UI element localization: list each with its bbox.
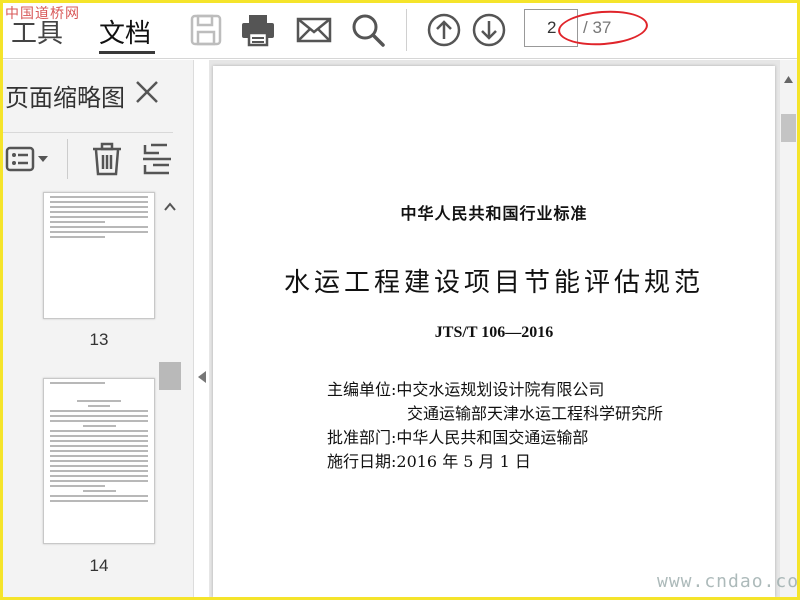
extract-page-icon[interactable] <box>141 141 173 177</box>
menu-document[interactable]: 文档 <box>99 13 151 50</box>
scrollbar-thumb[interactable] <box>781 114 796 142</box>
effective-date-line: 施行日期:2016 年 5 月 1 日 <box>327 452 531 471</box>
site-url-watermark: www.cndao.com <box>657 571 797 592</box>
standard-type: 中华人民共和国行业标准 <box>400 204 588 223</box>
print-icon[interactable] <box>239 11 277 49</box>
panel-toolbar-separator <box>67 139 68 179</box>
scroll-up-icon[interactable] <box>783 74 794 84</box>
document-page: 中华人民共和国行业标准 水运工程建设项目节能评估规范 JTS/T 106—201… <box>213 66 775 597</box>
page-down-icon[interactable] <box>470 11 508 49</box>
main-toolbar: 中国道桥网 工具 文档 2 / 37 <box>3 3 797 59</box>
thumbnail-page-number: 13 <box>89 330 109 349</box>
standard-code: JTS/T 106—2016 <box>434 324 554 341</box>
thumbnail-options-icon[interactable] <box>5 145 51 173</box>
page-up-icon[interactable] <box>425 11 463 49</box>
chief-editor-line: 主编单位:中交水运规划设计院有限公司 <box>327 380 605 399</box>
thumbnail-list: 13 14 <box>3 192 159 597</box>
document-title: 水运工程建设项目节能评估规范 <box>283 268 704 298</box>
panel-title: 页面缩略图 <box>5 84 125 112</box>
toolbar-separator <box>406 9 407 51</box>
close-icon[interactable] <box>133 78 161 106</box>
menu-tools[interactable]: 工具 <box>11 13 63 50</box>
panel-toolbar <box>3 132 173 188</box>
page-thumbnail[interactable] <box>43 378 155 544</box>
scroll-up-icon[interactable] <box>163 200 177 212</box>
app-window: 中国道桥网 工具 文档 2 / 37 页面缩略图 13 14 中华人民共和国行业… <box>3 3 797 597</box>
document-view: 中华人民共和国行业标准 水运工程建设项目节能评估规范 JTS/T 106—201… <box>209 60 797 597</box>
thumbnail-panel: 页面缩略图 13 14 <box>3 60 194 597</box>
delete-page-icon[interactable] <box>89 141 125 177</box>
collapse-panel-icon[interactable] <box>196 369 208 385</box>
search-icon[interactable] <box>349 11 387 49</box>
thumbnail-scrollbar[interactable] <box>159 192 181 597</box>
document-scrollbar[interactable] <box>780 60 797 597</box>
active-menu-indicator <box>99 51 155 54</box>
save-icon[interactable] <box>187 11 225 49</box>
scrollbar-thumb[interactable] <box>159 362 181 390</box>
thumbnail-page-number: 14 <box>89 556 109 575</box>
page-thumbnail[interactable] <box>43 192 155 319</box>
co-editor-line: 交通运输部天津水运工程科学研究所 <box>407 404 664 423</box>
email-icon[interactable] <box>295 11 333 49</box>
approval-department-line: 批准部门:中华人民共和国交通运输部 <box>327 428 589 447</box>
